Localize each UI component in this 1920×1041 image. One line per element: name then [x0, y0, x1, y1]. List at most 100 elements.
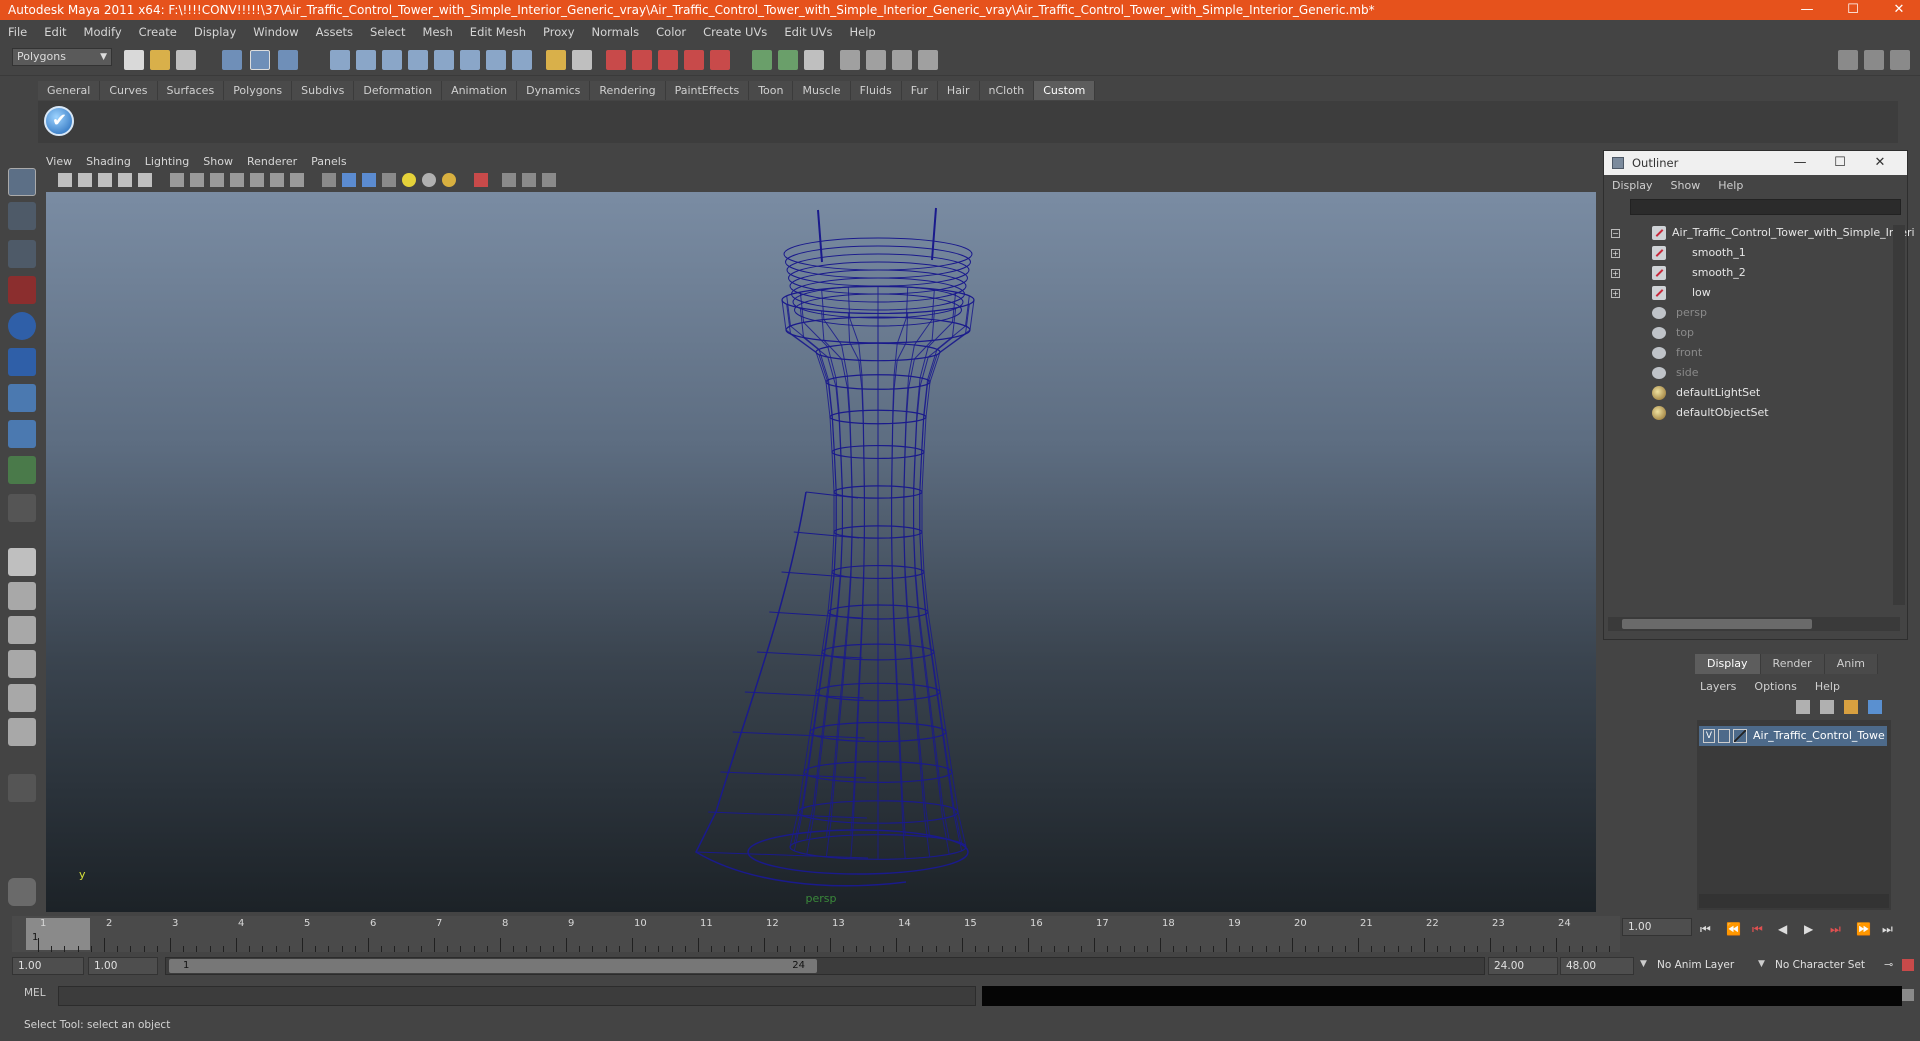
select-tool-icon[interactable] [8, 168, 36, 196]
field-chart-icon[interactable] [250, 173, 264, 187]
layer-tab-anim[interactable]: Anim [1824, 654, 1878, 674]
select-rendering-icon[interactable] [486, 50, 506, 70]
outliner-horizontal-scrollbar[interactable] [1608, 617, 1900, 631]
shelf-tab-rendering[interactable]: Rendering [590, 81, 666, 100]
play-forwards-icon[interactable]: ▶ [1804, 922, 1813, 936]
soft-modification-icon[interactable] [8, 420, 36, 448]
layer-horizontal-scrollbar[interactable] [1699, 894, 1889, 908]
step-forward-key-icon[interactable]: ⏭ [1830, 922, 1841, 937]
menu-edit[interactable]: Edit [44, 25, 66, 39]
show-manipulator-icon[interactable] [8, 456, 36, 484]
make-live-icon[interactable] [710, 50, 730, 70]
outliner-filter-input[interactable] [1630, 199, 1901, 215]
persp-hypershade-layout-icon[interactable] [8, 684, 36, 712]
render-view-icon[interactable] [840, 50, 860, 70]
menu-create-uvs[interactable]: Create UVs [703, 25, 767, 39]
outliner-maximize-icon[interactable]: ☐ [1820, 151, 1860, 175]
four-view-layout-icon[interactable] [8, 582, 36, 610]
chevron-down-icon[interactable]: ▼ [1640, 959, 1647, 969]
menu-edit-mesh[interactable]: Edit Mesh [470, 25, 526, 39]
select-handles-icon[interactable] [330, 50, 350, 70]
layer-color-swatch[interactable] [1733, 729, 1747, 743]
output-ops-icon[interactable] [778, 50, 798, 70]
menu-select[interactable]: Select [370, 25, 405, 39]
new-layer-selected-icon[interactable] [1868, 700, 1882, 714]
current-frame-marker[interactable]: 1 [26, 918, 90, 950]
outliner-item-top[interactable]: top [1604, 323, 1894, 343]
menu-display[interactable]: Display [194, 25, 236, 39]
playback-start-field[interactable]: 1.00 [88, 957, 158, 975]
menu-window[interactable]: Window [253, 25, 298, 39]
open-scene-icon[interactable] [150, 50, 170, 70]
shelf-tab-fur[interactable]: Fur [901, 81, 938, 100]
image-plane-icon[interactable] [98, 173, 112, 187]
layer-display-type-toggle[interactable] [1718, 729, 1730, 743]
outliner-item-low[interactable]: + low [1604, 283, 1894, 303]
save-scene-icon[interactable] [176, 50, 196, 70]
safe-action-icon[interactable] [270, 173, 284, 187]
minimize-icon[interactable]: — [1784, 0, 1830, 20]
grid-icon[interactable] [170, 173, 184, 187]
playback-end-field[interactable]: 24.00 [1488, 957, 1558, 975]
start-time-field[interactable]: 1.00 [12, 957, 84, 975]
single-perspective-layout-icon[interactable] [8, 548, 36, 576]
viewport-menu-shading[interactable]: Shading [86, 155, 131, 168]
range-slider[interactable]: 1 24 [165, 957, 1485, 975]
select-deformations-icon[interactable] [434, 50, 454, 70]
display-layer-row[interactable]: V Air_Traffic_Control_Tower_wi [1699, 726, 1887, 746]
menu-create[interactable]: Create [139, 25, 177, 39]
menu-normals[interactable]: Normals [592, 25, 640, 39]
chevron-down-icon[interactable]: ▼ [1758, 959, 1765, 969]
shelf-tab-ncloth[interactable]: nCloth [979, 81, 1035, 100]
shelf-tab-general[interactable]: General [38, 81, 101, 100]
viewport-menu-renderer[interactable]: Renderer [247, 155, 297, 168]
collapse-icon[interactable]: − [1611, 229, 1620, 238]
select-by-component-icon[interactable] [278, 50, 298, 70]
lock-selection-icon[interactable] [546, 50, 566, 70]
shelf-tab-surfaces[interactable]: Surfaces [157, 81, 225, 100]
safe-title-icon[interactable] [290, 173, 304, 187]
menu-file[interactable]: File [8, 25, 27, 39]
snap-to-point-icon[interactable] [658, 50, 678, 70]
shelf-tab-animation[interactable]: Animation [442, 81, 518, 100]
layer-tab-render[interactable]: Render [1760, 654, 1825, 674]
render-frame-icon[interactable] [866, 50, 886, 70]
smooth-shade-icon[interactable] [342, 173, 356, 187]
select-curves-icon[interactable] [382, 50, 402, 70]
snap-to-curve-icon[interactable] [632, 50, 652, 70]
outliner-item-persp[interactable]: persp [1604, 303, 1894, 323]
character-set-dropdown[interactable]: No Character Set [1770, 957, 1882, 975]
last-tool-icon[interactable] [8, 494, 36, 522]
input-ops-icon[interactable] [752, 50, 772, 70]
shelf-tab-fluids[interactable]: Fluids [850, 81, 902, 100]
menu-mesh[interactable]: Mesh [423, 25, 453, 39]
highlight-selection-icon[interactable] [572, 50, 592, 70]
mel-command-input[interactable] [58, 986, 976, 1006]
select-surfaces-icon[interactable] [408, 50, 428, 70]
viewport-menu-panels[interactable]: Panels [311, 155, 346, 168]
step-back-frame-icon[interactable]: ⏪ [1726, 922, 1741, 936]
current-time-field[interactable]: 1.00 [1622, 918, 1692, 936]
viewport-menu-lighting[interactable]: Lighting [145, 155, 189, 168]
step-back-key-icon[interactable]: ⏮ [1752, 922, 1763, 937]
rotate-tool-icon[interactable] [8, 312, 36, 340]
viewport-menu-view[interactable]: View [46, 155, 72, 168]
outliner-item-smooth-2[interactable]: + smooth_2 [1604, 263, 1894, 283]
shelf-tab-hair[interactable]: Hair [937, 81, 980, 100]
select-misc-icon[interactable] [512, 50, 532, 70]
construction-history-icon[interactable] [804, 50, 824, 70]
outliner-minimize-icon[interactable]: — [1780, 151, 1820, 175]
outliner-item-side[interactable]: side [1604, 363, 1894, 383]
outliner-menu-show[interactable]: Show [1671, 179, 1701, 192]
shelf-tab-curves[interactable]: Curves [100, 81, 158, 100]
expand-icon[interactable]: + [1611, 269, 1620, 278]
scroll-thumb[interactable] [1622, 619, 1812, 629]
shelf-tab-deformation[interactable]: Deformation [354, 81, 443, 100]
layer-tab-display[interactable]: Display [1695, 654, 1761, 674]
outliner-item-default-object-set[interactable]: defaultObjectSet [1604, 403, 1894, 423]
isolate-select-icon[interactable] [474, 173, 488, 187]
command-language-label[interactable]: MEL [24, 987, 46, 999]
step-forward-frame-icon[interactable]: ⏩ [1856, 922, 1871, 936]
menu-modify[interactable]: Modify [84, 25, 122, 39]
auto-key-icon[interactable]: ⊸ [1884, 958, 1893, 971]
